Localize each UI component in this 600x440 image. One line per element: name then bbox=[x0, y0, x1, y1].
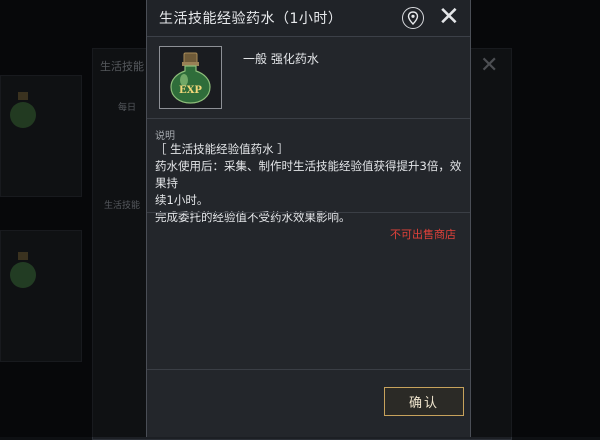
divider bbox=[147, 118, 470, 119]
description-line: 续1小时。 bbox=[155, 193, 209, 207]
divider bbox=[147, 369, 470, 370]
item-detail-dialog: 生活技能经验药水（1小时） ✕ EXP 一般 强化药水 说明 ［ 生活技能经验值… bbox=[146, 0, 471, 437]
close-icon: ✕ bbox=[438, 2, 460, 32]
sale-restriction-text: 不可出售商店 bbox=[390, 228, 456, 241]
svg-text:EXP: EXP bbox=[179, 85, 202, 96]
divider bbox=[147, 212, 470, 213]
close-button[interactable]: ✕ bbox=[438, 4, 460, 30]
item-grade-label: 一般 强化药水 bbox=[243, 52, 319, 66]
description-line: 药水使用后：采集、制作时生活技能经验值获得提升3倍，效果持 bbox=[155, 159, 462, 190]
exp-potion-icon: EXP bbox=[170, 52, 211, 104]
dialog-header: 生活技能经验药水（1小时） ✕ bbox=[147, 0, 470, 37]
description-label: 说明 bbox=[155, 131, 175, 142]
dialog-title: 生活技能经验药水（1小时） bbox=[159, 11, 343, 27]
confirm-button[interactable]: 确认 bbox=[384, 387, 464, 416]
item-icon-frame: EXP bbox=[159, 46, 222, 109]
description-line: ［ 生活技能经验值药水 ］ bbox=[155, 142, 289, 156]
location-pin-button[interactable] bbox=[402, 7, 424, 29]
location-pin-icon bbox=[407, 11, 419, 25]
description-text: ［ 生活技能经验值药水 ］ 药水使用后：采集、制作时生活技能经验值获得提升3倍，… bbox=[155, 141, 467, 226]
